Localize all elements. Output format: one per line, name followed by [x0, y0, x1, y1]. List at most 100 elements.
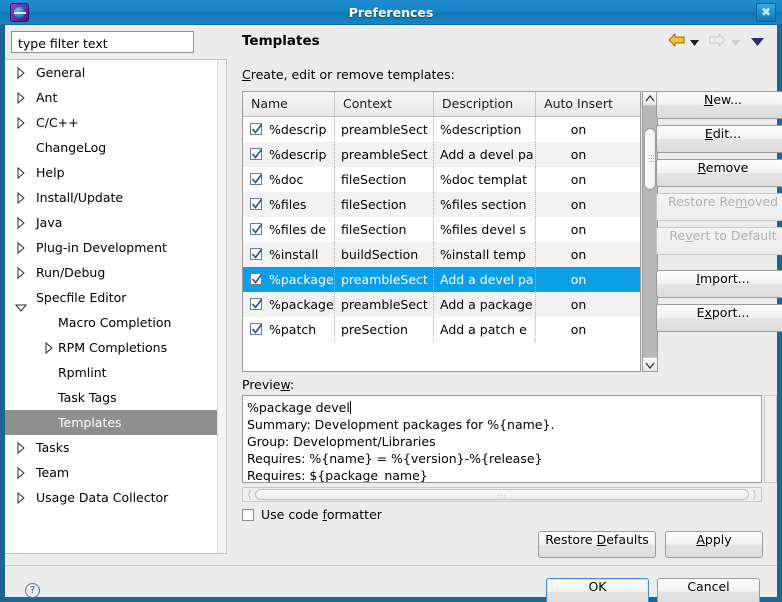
table-cell: %files section — [434, 192, 536, 217]
table-cell: on — [570, 272, 587, 287]
sidebar-item-rpmlint[interactable]: Rpmlint — [5, 360, 226, 385]
expand-arrow-icon[interactable] — [17, 192, 25, 204]
btn-label-post: ert to Default — [692, 228, 777, 243]
btn-label-mnemonic: m — [735, 194, 748, 209]
sidebar-item-changelog[interactable]: ChangeLog — [5, 135, 226, 160]
btn-label-post: oved — [747, 194, 779, 209]
sidebar-item-label: General — [36, 65, 86, 80]
scroll-up-icon[interactable] — [643, 92, 657, 106]
expand-arrow-icon[interactable] — [17, 92, 25, 104]
table-column-header[interactable]: Context — [335, 92, 434, 116]
sidebar-item-task-tags[interactable]: Task Tags — [5, 385, 226, 410]
expand-arrow-icon[interactable] — [17, 167, 25, 179]
sidebar-item-label: Macro Completion — [58, 315, 172, 330]
table-row[interactable]: %descrip preambleSect %description on — [243, 117, 640, 142]
use-code-formatter-checkbox[interactable]: Use code formatter — [242, 507, 382, 522]
table-column-header[interactable]: Auto Insert — [536, 92, 621, 116]
help-icon[interactable]: ? — [25, 583, 40, 598]
sidebar-item-label: Rpmlint — [58, 365, 107, 380]
sidebar-item-label: C/C++ — [36, 115, 79, 130]
table-cell: %doc templat — [434, 167, 536, 192]
table-column-header[interactable]: Description — [434, 92, 536, 116]
sidebar-item-install-update[interactable]: Install/Update — [5, 185, 226, 210]
sidebar-item-label: Java — [36, 215, 63, 230]
revert-to-default-button: Revert to Default — [656, 227, 782, 255]
close-glyph: ✖ — [760, 5, 772, 19]
table-row[interactable]: %package preambleSect Add a package on — [243, 292, 640, 317]
sidebar-item-c-c[interactable]: C/C++ — [5, 110, 226, 135]
sidebar-item-usage-data-collector[interactable]: Usage Data Collector — [5, 485, 226, 510]
apply-mnemonic: A — [696, 532, 705, 547]
expand-arrow-icon[interactable] — [17, 267, 25, 279]
restore-defaults-mnemonic: D — [596, 532, 607, 547]
table-cell: preambleSect — [335, 142, 434, 167]
table-row[interactable]: %install buildSection %install temp on — [243, 242, 640, 267]
restore-defaults-button[interactable]: Restore Defaults — [538, 531, 656, 558]
preferences-tree[interactable]: General Ant C/C++ ChangeLog Help Install/Upda… — [5, 59, 227, 554]
table-row[interactable]: %descrip preambleSect Add a devel pa on — [243, 142, 640, 167]
back-arrow-icon[interactable] — [668, 32, 685, 50]
table-column-header[interactable]: Name — [243, 92, 335, 116]
sidebar-item-rpm-completions[interactable]: RPM Completions — [5, 335, 226, 360]
chevron-down-icon[interactable] — [690, 34, 700, 49]
templates-table[interactable]: Name Context Description Auto Insert %descr… — [242, 91, 641, 372]
new-button[interactable]: New... — [656, 91, 782, 119]
table-cell: %package — [243, 292, 335, 317]
search-input[interactable] — [16, 32, 193, 54]
window-title: Preferences — [348, 5, 434, 20]
scroll-track[interactable] — [643, 106, 657, 357]
preview-horizontal-scrollbar[interactable]: ⟨ ⟩ — [242, 487, 762, 502]
collapse-arrow-icon[interactable] — [14, 295, 28, 312]
preview-text[interactable]: %package devel Summary: Development pack… — [242, 395, 762, 483]
ok-button[interactable]: OK — [546, 578, 649, 602]
sidebar-item-ant[interactable]: Ant — [5, 85, 226, 110]
expand-arrow-icon[interactable] — [17, 217, 25, 229]
expand-arrow-icon[interactable] — [17, 117, 25, 129]
scroll-thumb[interactable] — [644, 128, 656, 190]
sidebar-item-macro-completion[interactable]: Macro Completion — [5, 310, 226, 335]
sidebar-item-general[interactable]: General — [5, 60, 226, 85]
remove-button[interactable]: Remove — [656, 159, 782, 187]
view-menu-icon[interactable] — [751, 34, 764, 49]
filter-text-box[interactable] — [11, 31, 194, 54]
apply-button[interactable]: Apply — [665, 531, 763, 558]
table-body[interactable]: %descrip preambleSect %description on %descr… — [243, 117, 640, 342]
scroll-thumb-horizontal[interactable] — [255, 489, 749, 500]
scroll-left-icon[interactable]: ⟨ — [244, 489, 255, 500]
section-label-rest: reate, edit or remove templates: — [250, 67, 455, 82]
scroll-right-icon[interactable]: ⟩ — [749, 489, 760, 500]
table-row[interactable]: %files fileSection %files section on — [243, 192, 640, 217]
expand-arrow-icon[interactable] — [45, 342, 53, 354]
table-row[interactable]: %patch preSection Add a patch e on — [243, 317, 640, 342]
sidebar-item-help[interactable]: Help — [5, 160, 226, 185]
sidebar-item-run-debug[interactable]: Run/Debug — [5, 260, 226, 285]
scroll-down-icon[interactable] — [643, 357, 657, 371]
expand-arrow-icon[interactable] — [17, 442, 25, 454]
expand-arrow-icon[interactable] — [17, 242, 25, 254]
table-cell: fileSection — [335, 167, 434, 192]
export-button[interactable]: Export... — [656, 304, 782, 332]
btn-label-pre: Re — [669, 228, 686, 243]
preview-label-mnemonic: w — [280, 377, 290, 392]
restore-defaults-pre: Restore — [545, 532, 597, 547]
forward-arrow-icon — [709, 32, 726, 50]
edit-button[interactable]: Edit... — [656, 125, 782, 153]
sidebar-item-templates[interactable]: Templates — [5, 410, 226, 435]
table-row[interactable]: %package preambleSect Add a devel pa on — [243, 267, 640, 292]
sidebar-item-specfile-editor[interactable]: Specfile Editor — [5, 285, 226, 312]
sidebar-item-tasks[interactable]: Tasks — [5, 435, 226, 460]
table-row[interactable]: %doc fileSection %doc templat on — [243, 167, 640, 192]
close-icon[interactable]: ✖ — [756, 3, 776, 22]
expand-arrow-icon[interactable] — [17, 492, 25, 504]
preview-vertical-scrollbar[interactable] — [764, 395, 777, 483]
expand-arrow-icon[interactable] — [17, 467, 25, 479]
expand-arrow-icon[interactable] — [17, 67, 25, 79]
import-button[interactable]: Import... — [656, 270, 782, 298]
preview-label: Preview: — [242, 377, 294, 392]
sidebar-item-team[interactable]: Team — [5, 460, 226, 485]
table-row[interactable]: %files de fileSection %files devel s on — [243, 217, 640, 242]
tree-scrollbar[interactable] — [217, 60, 226, 553]
cancel-button[interactable]: Cancel — [657, 578, 760, 602]
sidebar-item-java[interactable]: Java — [5, 210, 226, 235]
sidebar-item-plug-in-development[interactable]: Plug-in Development — [5, 235, 226, 260]
